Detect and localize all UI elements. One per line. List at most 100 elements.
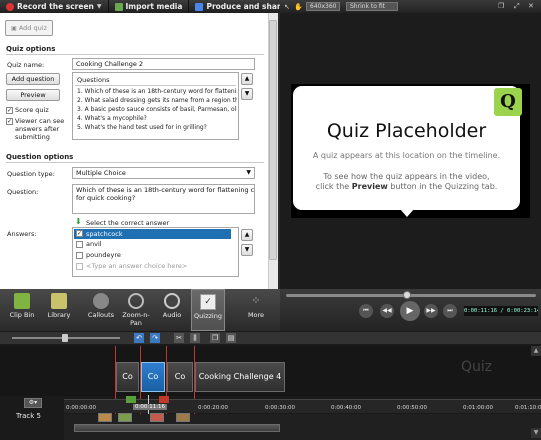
answer-text[interactable]: spatchcock xyxy=(86,230,123,238)
ruler-tick-label: 0:01:10:00 xyxy=(515,405,541,411)
answer-checkbox[interactable] xyxy=(76,263,83,270)
ruler-tick-label: 0:00:40:00 xyxy=(331,405,362,411)
cut-icon[interactable]: ✂ xyxy=(174,333,184,343)
import-media-button[interactable]: Import media xyxy=(109,0,190,13)
quiz-clip[interactable]: Co xyxy=(116,362,139,392)
callout-icon xyxy=(93,293,109,309)
preview-button[interactable]: Preview xyxy=(6,89,60,101)
answer-checkbox[interactable] xyxy=(76,241,83,248)
quiz-clip[interactable]: Cooking Challenge 4 xyxy=(195,362,285,392)
viewer-see-answers-label-3: submitting xyxy=(15,133,50,141)
scrollbar-thumb[interactable] xyxy=(269,20,277,260)
produce-icon xyxy=(195,2,204,11)
zoom-slider-thumb[interactable] xyxy=(62,334,68,342)
step-back-button[interactable]: ◀◀ xyxy=(380,304,394,318)
quiz-name-input[interactable]: Cooking Challenge 2 xyxy=(72,58,255,70)
paste-icon[interactable]: ▤ xyxy=(226,333,236,343)
answer-checkbox[interactable]: ✓ xyxy=(76,230,83,237)
add-question-button[interactable]: Add question xyxy=(6,73,60,85)
question-type-label: Question type: xyxy=(7,170,55,178)
tab-more[interactable]: ⁘ More xyxy=(236,289,276,331)
playhead-start-handle[interactable] xyxy=(126,396,136,403)
select-correct-answer-label: Select the correct answer xyxy=(86,219,170,227)
tab-zoom-n-pan[interactable]: Zoom-n- Pan xyxy=(119,289,153,331)
dimensions-dropdown[interactable]: 640x360 xyxy=(306,2,340,11)
media-clip-thumbnail[interactable] xyxy=(98,413,112,422)
track-settings-button[interactable]: ⚙▾ xyxy=(24,398,42,408)
quiz-options-header: Quiz options xyxy=(6,45,56,53)
library-icon xyxy=(51,293,67,309)
media-clip-bar[interactable] xyxy=(74,424,280,432)
library-label: Library xyxy=(47,311,71,319)
scrub-track[interactable] xyxy=(286,294,536,297)
ruler-tick-label: 0:00:50:00 xyxy=(397,405,428,411)
quiz-clip-selected[interactable]: Co xyxy=(141,362,165,392)
fit-dropdown[interactable]: Shrink to fit xyxy=(346,2,398,11)
tab-audio[interactable]: Audio xyxy=(155,289,189,331)
score-quiz-checkbox[interactable]: ✓ xyxy=(6,107,13,114)
undo-icon[interactable]: ↶ xyxy=(134,333,144,343)
move-question-up-button[interactable]: ▲ xyxy=(241,73,253,85)
record-screen-label: Record the screen xyxy=(17,2,94,11)
tab-library[interactable]: Library xyxy=(42,289,76,331)
scrub-thumb[interactable] xyxy=(403,291,411,299)
timeline-scroll-up-icon[interactable]: ▲ xyxy=(531,346,541,356)
redo-icon[interactable]: ↷ xyxy=(150,333,160,343)
zoom-icon xyxy=(128,293,144,309)
tab-callouts[interactable]: Callouts xyxy=(84,289,118,331)
list-item[interactable]: 5. What's the hand test used for in gril… xyxy=(77,124,237,131)
list-item[interactable]: 1. Which of these is an 18th-century wor… xyxy=(77,88,237,95)
media-clip-thumbnail[interactable] xyxy=(150,413,164,422)
move-question-down-button[interactable]: ▼ xyxy=(241,88,253,100)
track-label: Track 5 xyxy=(16,412,41,420)
media-clip-thumbnail[interactable] xyxy=(118,413,132,422)
question-type-select[interactable]: Multiple Choice ▼ xyxy=(72,167,255,179)
answer-text[interactable]: poundeyre xyxy=(86,251,121,259)
viewer-see-answers-label-1: Viewer can see xyxy=(15,117,65,125)
playhead-time-label[interactable]: 0:00:11:16 xyxy=(133,404,168,410)
add-quiz-button[interactable]: ▣ Add quiz xyxy=(5,20,53,36)
playhead-end-handle[interactable] xyxy=(159,396,169,403)
quiz-clip[interactable]: Co xyxy=(167,362,193,392)
more-icon: ⁘ xyxy=(251,294,261,307)
answers-list[interactable]: ✓ spatchcock anvil poundeyre <Type an an… xyxy=(72,227,239,277)
split-icon[interactable]: ⫼ xyxy=(190,333,200,343)
questions-header: Questions xyxy=(77,76,110,84)
audio-icon xyxy=(164,293,180,309)
pan-tool-icon[interactable]: ✋ xyxy=(294,3,303,11)
select-tool-icon[interactable]: ↖ xyxy=(284,3,290,11)
fullscreen-icon[interactable]: ⤢ xyxy=(514,2,520,11)
tab-clip-bin[interactable]: Clip Bin xyxy=(4,289,40,331)
detach-icon[interactable]: ❐ xyxy=(498,2,504,10)
move-answer-down-button[interactable]: ▼ xyxy=(241,244,253,256)
answer-placeholder[interactable]: <Type an answer choice here> xyxy=(86,262,187,270)
next-clip-button[interactable]: ⏭ xyxy=(443,304,457,318)
close-preview-icon[interactable]: ✕ xyxy=(528,2,534,10)
list-item[interactable]: 4. What's a mycophile? xyxy=(77,115,237,122)
question-options-header: Question options xyxy=(6,153,74,161)
fit-value: Shrink to fit xyxy=(350,3,385,10)
timeline-scroll-down-icon[interactable]: ▼ xyxy=(531,428,541,438)
questions-list[interactable]: Questions 1. Which of these is an 18th-c… xyxy=(72,72,239,140)
question-textarea[interactable]: Which of these is an 18th-century word f… xyxy=(72,184,255,214)
speech-pointer xyxy=(400,209,414,217)
answer-text[interactable]: anvil xyxy=(86,240,102,248)
record-icon xyxy=(6,2,14,11)
move-answer-up-button[interactable]: ▲ xyxy=(241,229,253,241)
viewer-see-answers-checkbox[interactable]: ✓ xyxy=(6,118,13,125)
play-button[interactable]: ▶ xyxy=(400,301,420,321)
chevron-down-icon: ▼ xyxy=(96,3,102,10)
import-icon xyxy=(114,2,123,11)
placeholder-title: Quiz Placeholder xyxy=(326,120,487,142)
answer-checkbox[interactable] xyxy=(76,252,83,259)
previous-clip-button[interactable]: ⏮ xyxy=(359,304,373,318)
copy-icon[interactable]: ❐ xyxy=(210,333,220,343)
step-forward-button[interactable]: ▶▶ xyxy=(424,304,438,318)
list-item[interactable]: 2. What salad dressing gets its name fro… xyxy=(77,97,237,104)
list-item[interactable]: 3. A basic pesto sauce consists of basil… xyxy=(77,106,237,113)
divider xyxy=(6,162,264,163)
media-clip-thumbnail[interactable] xyxy=(176,413,190,422)
tab-quizzing[interactable]: ✓ Quizzing xyxy=(191,289,225,331)
quiz-track-label: Quiz xyxy=(461,359,493,375)
record-screen-button[interactable]: Record the screen ▼ xyxy=(0,0,109,13)
